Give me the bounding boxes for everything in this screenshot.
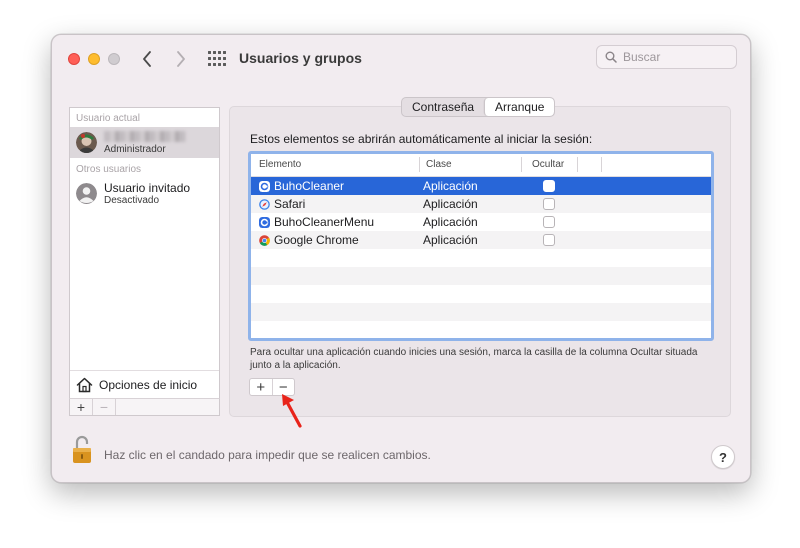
safari-icon bbox=[259, 198, 270, 210]
hide-checkbox[interactable] bbox=[543, 198, 555, 210]
item-class: Aplicación bbox=[423, 233, 478, 247]
item-class: Aplicación bbox=[423, 215, 478, 229]
guest-user-name: Usuario invitado bbox=[104, 181, 191, 195]
table-row[interactable]: BuhoCleaner Aplicación bbox=[251, 177, 711, 195]
item-class: Aplicación bbox=[423, 179, 478, 193]
chrome-icon bbox=[259, 234, 270, 246]
chevron-right-icon bbox=[177, 51, 185, 67]
other-users-section-label: Otros usuarios bbox=[76, 164, 142, 175]
empty-row bbox=[251, 267, 711, 285]
hide-instructions: Para ocultar una aplicación cuando inici… bbox=[250, 347, 698, 371]
item-name-cell: BuhoCleaner bbox=[259, 179, 344, 193]
column-divider bbox=[577, 157, 578, 172]
tab-login-items[interactable]: Arranque bbox=[484, 98, 555, 116]
login-items-heading: Estos elementos se abrirán automáticamen… bbox=[250, 132, 593, 146]
empty-row bbox=[251, 321, 711, 338]
tab-bar: Contraseña Arranque bbox=[401, 97, 556, 117]
lock-hint-text: Haz clic en el candado para impedir que … bbox=[104, 448, 431, 462]
column-header-item[interactable]: Elemento bbox=[259, 159, 301, 170]
home-icon bbox=[76, 377, 93, 393]
chevron-left-icon bbox=[143, 51, 151, 67]
column-header-class[interactable]: Clase bbox=[426, 159, 452, 170]
table-row[interactable]: BuhoCleanerMenu Aplicación bbox=[251, 213, 711, 231]
buhocleaner-icon bbox=[259, 180, 270, 192]
tab-password[interactable]: Contraseña bbox=[402, 98, 484, 116]
users-groups-window: Usuarios y grupos Buscar Usuario actual … bbox=[51, 34, 751, 483]
zoom-button[interactable] bbox=[108, 53, 120, 65]
table-header: Elemento Clase Ocultar bbox=[251, 154, 711, 177]
current-user-section-label: Usuario actual bbox=[76, 113, 140, 124]
lock-icon[interactable] bbox=[72, 435, 92, 465]
item-name: Safari bbox=[274, 197, 306, 211]
empty-row bbox=[251, 303, 711, 321]
table-row[interactable]: Safari Aplicación bbox=[251, 195, 711, 213]
column-divider bbox=[419, 157, 420, 172]
current-user-item[interactable]: Administrador bbox=[70, 127, 219, 158]
add-user-button[interactable]: + bbox=[70, 399, 93, 415]
item-name-cell: Safari bbox=[259, 197, 305, 211]
show-all-grid-icon[interactable] bbox=[208, 51, 226, 67]
hide-checkbox[interactable] bbox=[543, 234, 555, 246]
sidebar-add-remove-bar: + − bbox=[69, 398, 220, 416]
help-button[interactable]: ? bbox=[711, 445, 735, 469]
search-field[interactable]: Buscar bbox=[596, 45, 737, 69]
current-user-name-redacted bbox=[104, 131, 186, 142]
minimize-button[interactable] bbox=[88, 53, 100, 65]
item-name: Google Chrome bbox=[274, 233, 359, 247]
remove-user-button[interactable]: − bbox=[93, 399, 116, 415]
login-options-item[interactable]: Opciones de inicio bbox=[76, 375, 197, 395]
login-options-label: Opciones de inicio bbox=[99, 378, 198, 392]
hide-checkbox[interactable] bbox=[543, 216, 555, 228]
forward-button[interactable] bbox=[170, 48, 192, 70]
column-divider bbox=[521, 157, 522, 172]
guest-user-status: Desactivado bbox=[104, 195, 160, 206]
person-icon bbox=[76, 183, 97, 204]
guest-user-avatar bbox=[76, 183, 97, 204]
window-title: Usuarios y grupos bbox=[239, 50, 362, 66]
hide-checkbox[interactable] bbox=[543, 180, 555, 192]
buhocleaner-menu-icon bbox=[259, 216, 270, 228]
current-user-avatar bbox=[76, 132, 97, 153]
item-name-cell: BuhoCleanerMenu bbox=[259, 215, 374, 229]
close-button[interactable] bbox=[68, 53, 80, 65]
empty-row bbox=[251, 285, 711, 303]
back-button[interactable] bbox=[136, 48, 158, 70]
item-name: BuhoCleanerMenu bbox=[274, 215, 375, 229]
item-name: BuhoCleaner bbox=[274, 179, 345, 193]
column-divider bbox=[601, 157, 602, 172]
search-placeholder: Buscar bbox=[623, 50, 661, 64]
current-user-role: Administrador bbox=[104, 144, 166, 155]
guest-user-item[interactable]: Usuario invitado Desactivado bbox=[70, 178, 219, 209]
empty-row bbox=[251, 249, 711, 267]
users-sidebar: Usuario actual Administrador Otros usuar… bbox=[69, 107, 220, 416]
item-name-cell: Google Chrome bbox=[259, 233, 359, 247]
item-class: Aplicación bbox=[423, 197, 478, 211]
add-login-item-button[interactable]: + bbox=[250, 379, 273, 396]
table-row[interactable]: Google Chrome Aplicación bbox=[251, 231, 711, 249]
search-icon bbox=[605, 51, 617, 63]
login-items-table[interactable]: Elemento Clase Ocultar BuhoCleaner Aplic… bbox=[248, 151, 714, 341]
red-arrow-annotation-icon bbox=[282, 394, 302, 428]
sidebar-divider bbox=[70, 370, 219, 371]
column-header-hide[interactable]: Ocultar bbox=[532, 159, 564, 170]
